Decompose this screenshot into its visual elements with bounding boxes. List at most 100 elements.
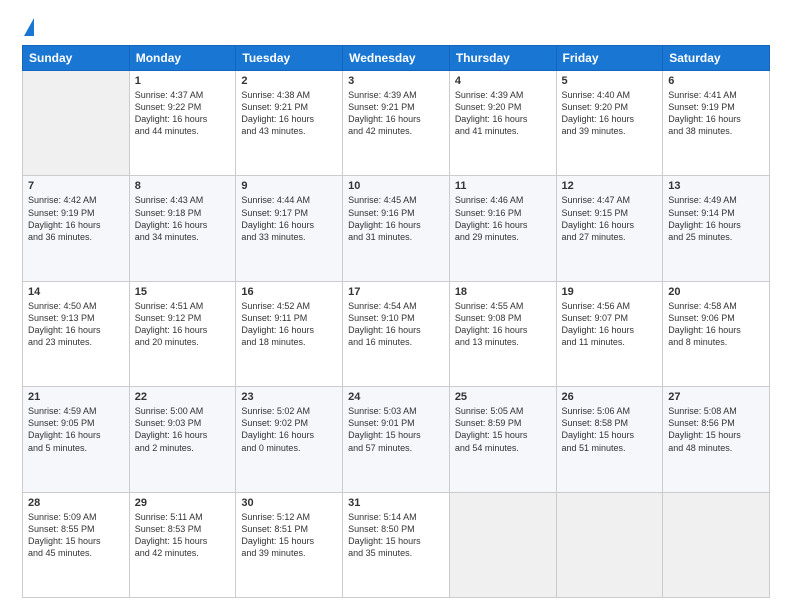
day-number: 23 bbox=[241, 391, 337, 403]
day-number: 7 bbox=[28, 180, 124, 192]
day-number: 19 bbox=[562, 286, 658, 298]
day-info: Sunrise: 4:54 AM Sunset: 9:10 PM Dayligh… bbox=[348, 300, 444, 349]
day-info: Sunrise: 5:12 AM Sunset: 8:51 PM Dayligh… bbox=[241, 511, 337, 560]
day-info: Sunrise: 5:14 AM Sunset: 8:50 PM Dayligh… bbox=[348, 511, 444, 560]
day-cell: 2Sunrise: 4:38 AM Sunset: 9:21 PM Daylig… bbox=[236, 71, 343, 176]
day-cell: 13 Sunrise: 4:49 AM Sunset: 9:14 PM Dayli… bbox=[663, 176, 770, 281]
header-cell-thursday: Thursday bbox=[449, 46, 556, 71]
week-row-5: 28 Sunrise: 5:09 AM Sunset: 8:55 PM Dayli… bbox=[23, 492, 770, 597]
day-info: Sunrise: 4:39 AM Sunset: 9:20 PM Dayligh… bbox=[455, 89, 551, 138]
day-number: 11 bbox=[455, 180, 551, 192]
day-cell: 31 Sunrise: 5:14 AM Sunset: 8:50 PM Dayli… bbox=[343, 492, 450, 597]
header-cell-friday: Friday bbox=[556, 46, 663, 71]
day-cell: 12Sunrise: 4:47 AM Sunset: 9:15 PM Dayli… bbox=[556, 176, 663, 281]
day-cell: 24 Sunrise: 5:03 AM Sunset: 9:01 PM Dayli… bbox=[343, 387, 450, 492]
day-info: Sunrise: 4:43 AM Sunset: 9:18 PM Dayligh… bbox=[135, 194, 231, 243]
day-info: Sunrise: 4:56 AM Sunset: 9:07 PM Dayligh… bbox=[562, 300, 658, 349]
day-number: 22 bbox=[135, 391, 231, 403]
day-cell: 10Sunrise: 4:45 AM Sunset: 9:16 PM Dayli… bbox=[343, 176, 450, 281]
day-info: Sunrise: 4:37 AM Sunset: 9:22 PM Dayligh… bbox=[135, 89, 231, 138]
day-cell: 30 Sunrise: 5:12 AM Sunset: 8:51 PM Dayli… bbox=[236, 492, 343, 597]
day-number: 16 bbox=[241, 286, 337, 298]
day-number: 20 bbox=[668, 286, 764, 298]
day-info: Sunrise: 4:49 AM Sunset: 9:14 PM Dayligh… bbox=[668, 194, 764, 243]
week-row-3: 14 Sunrise: 4:50 AM Sunset: 9:13 PM Dayli… bbox=[23, 281, 770, 386]
day-number: 28 bbox=[28, 497, 124, 509]
day-cell bbox=[663, 492, 770, 597]
day-number: 27 bbox=[668, 391, 764, 403]
day-number: 13 bbox=[668, 180, 764, 192]
header bbox=[22, 18, 770, 37]
week-row-4: 21Sunrise: 4:59 AM Sunset: 9:05 PM Dayli… bbox=[23, 387, 770, 492]
header-cell-saturday: Saturday bbox=[663, 46, 770, 71]
week-row-2: 7 Sunrise: 4:42 AM Sunset: 9:19 PM Daylig… bbox=[23, 176, 770, 281]
day-number: 17 bbox=[348, 286, 444, 298]
day-cell bbox=[449, 492, 556, 597]
day-info: Sunrise: 5:08 AM Sunset: 8:56 PM Dayligh… bbox=[668, 405, 764, 454]
day-number: 5 bbox=[562, 75, 658, 87]
day-number: 9 bbox=[241, 180, 337, 192]
day-number: 10 bbox=[348, 180, 444, 192]
day-cell: 28 Sunrise: 5:09 AM Sunset: 8:55 PM Dayli… bbox=[23, 492, 130, 597]
day-cell: 9 Sunrise: 4:44 AM Sunset: 9:17 PM Daylig… bbox=[236, 176, 343, 281]
page: SundayMondayTuesdayWednesdayThursdayFrid… bbox=[0, 0, 792, 612]
header-cell-tuesday: Tuesday bbox=[236, 46, 343, 71]
day-number: 8 bbox=[135, 180, 231, 192]
day-number: 24 bbox=[348, 391, 444, 403]
header-cell-wednesday: Wednesday bbox=[343, 46, 450, 71]
day-cell: 16 Sunrise: 4:52 AM Sunset: 9:11 PM Dayli… bbox=[236, 281, 343, 386]
day-cell bbox=[556, 492, 663, 597]
day-cell: 4Sunrise: 4:39 AM Sunset: 9:20 PM Daylig… bbox=[449, 71, 556, 176]
header-row: SundayMondayTuesdayWednesdayThursdayFrid… bbox=[23, 46, 770, 71]
day-info: Sunrise: 5:03 AM Sunset: 9:01 PM Dayligh… bbox=[348, 405, 444, 454]
day-number: 6 bbox=[668, 75, 764, 87]
day-info: Sunrise: 4:50 AM Sunset: 9:13 PM Dayligh… bbox=[28, 300, 124, 349]
day-cell: 7 Sunrise: 4:42 AM Sunset: 9:19 PM Daylig… bbox=[23, 176, 130, 281]
day-number: 15 bbox=[135, 286, 231, 298]
day-info: Sunrise: 4:41 AM Sunset: 9:19 PM Dayligh… bbox=[668, 89, 764, 138]
day-info: Sunrise: 5:05 AM Sunset: 8:59 PM Dayligh… bbox=[455, 405, 551, 454]
week-row-1: 1 Sunrise: 4:37 AM Sunset: 9:22 PM Daylig… bbox=[23, 71, 770, 176]
day-cell: 8 Sunrise: 4:43 AM Sunset: 9:18 PM Daylig… bbox=[129, 176, 236, 281]
day-cell: 27 Sunrise: 5:08 AM Sunset: 8:56 PM Dayli… bbox=[663, 387, 770, 492]
day-number: 30 bbox=[241, 497, 337, 509]
day-info: Sunrise: 4:39 AM Sunset: 9:21 PM Dayligh… bbox=[348, 89, 444, 138]
day-cell: 1 Sunrise: 4:37 AM Sunset: 9:22 PM Daylig… bbox=[129, 71, 236, 176]
header-cell-monday: Monday bbox=[129, 46, 236, 71]
day-cell: 18 Sunrise: 4:55 AM Sunset: 9:08 PM Dayli… bbox=[449, 281, 556, 386]
day-info: Sunrise: 4:55 AM Sunset: 9:08 PM Dayligh… bbox=[455, 300, 551, 349]
day-cell: 6 Sunrise: 4:41 AM Sunset: 9:19 PM Daylig… bbox=[663, 71, 770, 176]
day-info: Sunrise: 4:46 AM Sunset: 9:16 PM Dayligh… bbox=[455, 194, 551, 243]
day-number: 1 bbox=[135, 75, 231, 87]
day-cell: 20 Sunrise: 4:58 AM Sunset: 9:06 PM Dayli… bbox=[663, 281, 770, 386]
day-number: 29 bbox=[135, 497, 231, 509]
day-number: 31 bbox=[348, 497, 444, 509]
day-cell: 14 Sunrise: 4:50 AM Sunset: 9:13 PM Dayli… bbox=[23, 281, 130, 386]
day-cell: 21Sunrise: 4:59 AM Sunset: 9:05 PM Dayli… bbox=[23, 387, 130, 492]
day-cell: 19 Sunrise: 4:56 AM Sunset: 9:07 PM Dayli… bbox=[556, 281, 663, 386]
day-info: Sunrise: 4:40 AM Sunset: 9:20 PM Dayligh… bbox=[562, 89, 658, 138]
day-info: Sunrise: 5:09 AM Sunset: 8:55 PM Dayligh… bbox=[28, 511, 124, 560]
day-info: Sunrise: 4:52 AM Sunset: 9:11 PM Dayligh… bbox=[241, 300, 337, 349]
header-cell-sunday: Sunday bbox=[23, 46, 130, 71]
day-info: Sunrise: 5:00 AM Sunset: 9:03 PM Dayligh… bbox=[135, 405, 231, 454]
logo bbox=[22, 18, 34, 37]
day-info: Sunrise: 5:06 AM Sunset: 8:58 PM Dayligh… bbox=[562, 405, 658, 454]
day-info: Sunrise: 4:59 AM Sunset: 9:05 PM Dayligh… bbox=[28, 405, 124, 454]
day-cell: 26 Sunrise: 5:06 AM Sunset: 8:58 PM Dayli… bbox=[556, 387, 663, 492]
day-info: Sunrise: 4:58 AM Sunset: 9:06 PM Dayligh… bbox=[668, 300, 764, 349]
day-cell: 3 Sunrise: 4:39 AM Sunset: 9:21 PM Daylig… bbox=[343, 71, 450, 176]
day-number: 26 bbox=[562, 391, 658, 403]
day-cell: 17 Sunrise: 4:54 AM Sunset: 9:10 PM Dayli… bbox=[343, 281, 450, 386]
day-info: Sunrise: 4:44 AM Sunset: 9:17 PM Dayligh… bbox=[241, 194, 337, 243]
day-number: 18 bbox=[455, 286, 551, 298]
day-number: 14 bbox=[28, 286, 124, 298]
day-number: 25 bbox=[455, 391, 551, 403]
day-info: Sunrise: 4:38 AM Sunset: 9:21 PM Dayligh… bbox=[241, 89, 337, 138]
day-info: Sunrise: 4:42 AM Sunset: 9:19 PM Dayligh… bbox=[28, 194, 124, 243]
day-cell: 23Sunrise: 5:02 AM Sunset: 9:02 PM Dayli… bbox=[236, 387, 343, 492]
day-number: 12 bbox=[562, 180, 658, 192]
day-cell: 5 Sunrise: 4:40 AM Sunset: 9:20 PM Daylig… bbox=[556, 71, 663, 176]
day-cell: 11 Sunrise: 4:46 AM Sunset: 9:16 PM Dayli… bbox=[449, 176, 556, 281]
day-number: 3 bbox=[348, 75, 444, 87]
